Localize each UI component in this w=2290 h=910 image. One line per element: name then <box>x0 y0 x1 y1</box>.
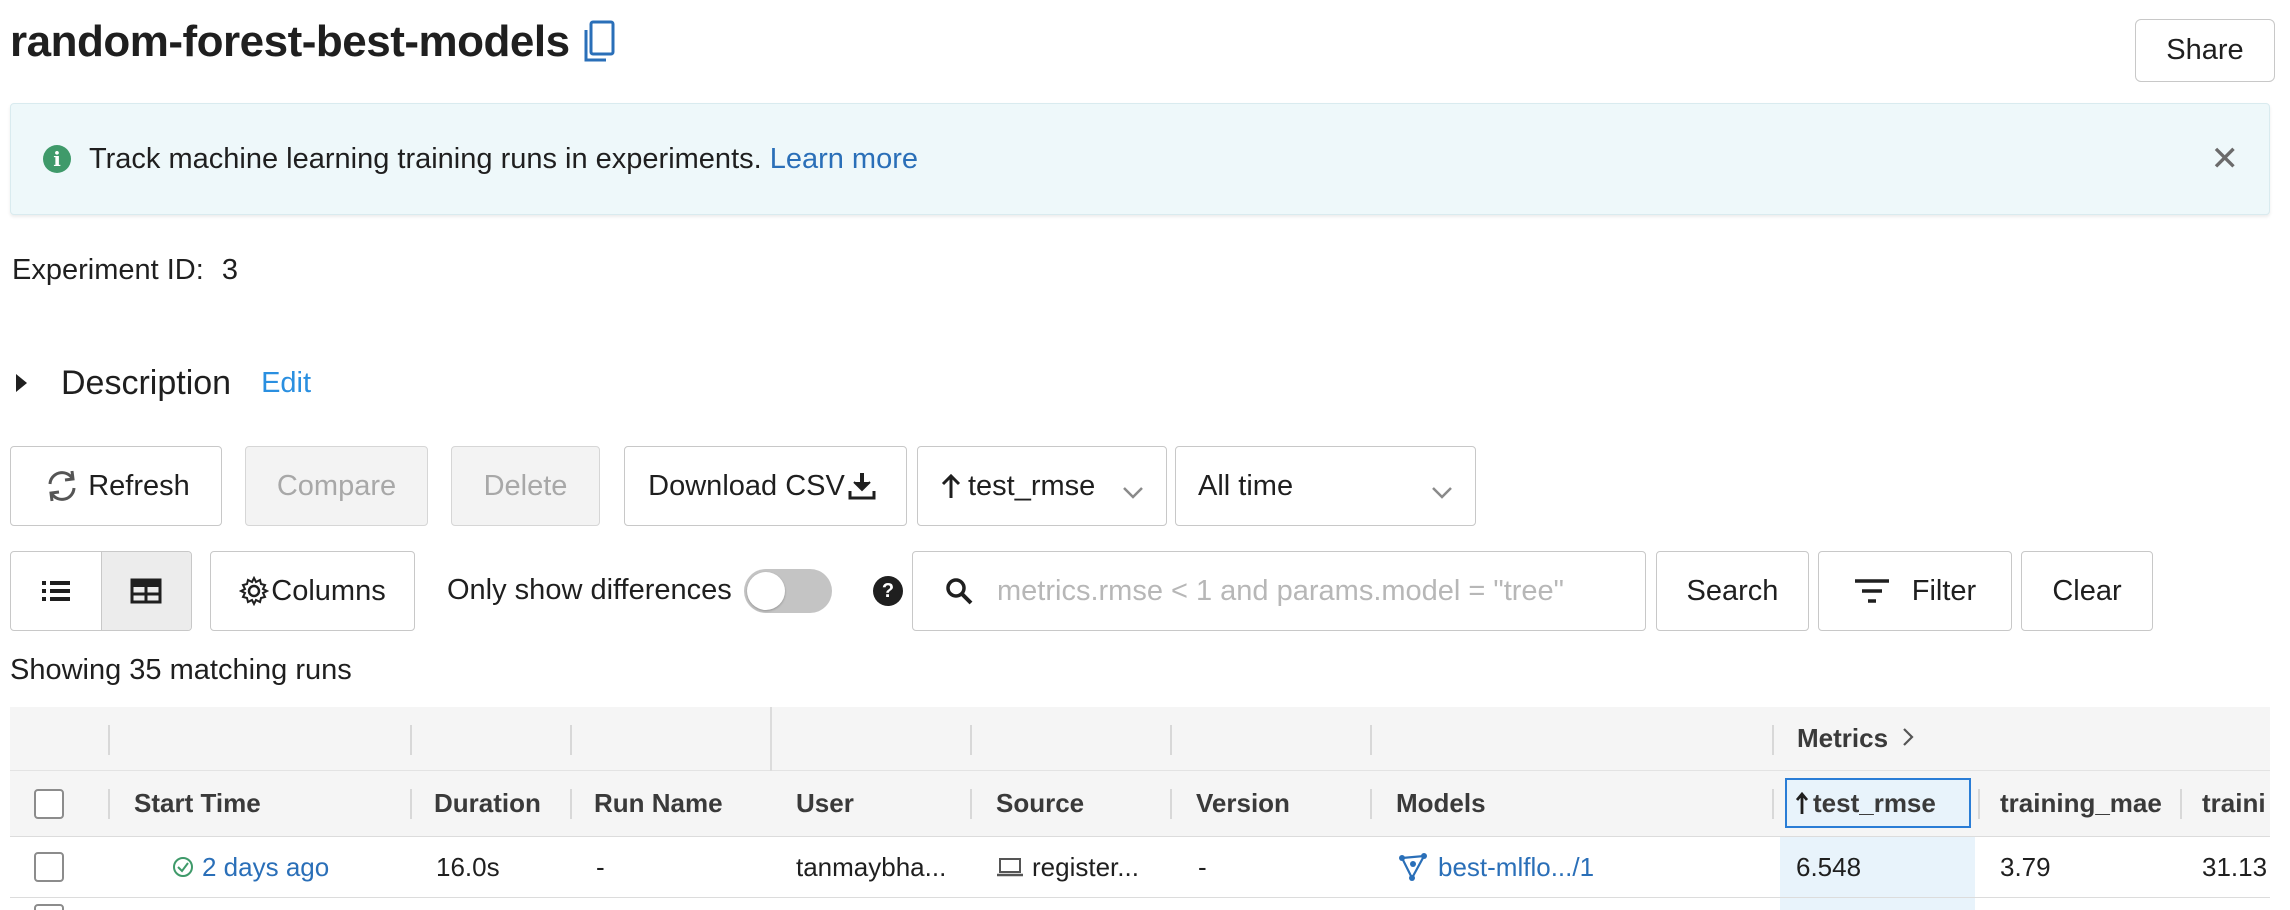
search-input[interactable] <box>997 574 1617 608</box>
table-icon <box>130 578 162 604</box>
view-toggle <box>10 551 192 631</box>
arrow-up-icon <box>1795 791 1809 814</box>
row-checkbox[interactable] <box>34 837 64 897</box>
model-icon <box>1399 853 1427 881</box>
table-row[interactable] <box>10 898 2270 910</box>
run-name-cell[interactable]: - <box>596 837 605 897</box>
learn-more-link[interactable]: Learn more <box>770 143 918 176</box>
test-rmse-cell: 6.548 <box>1796 851 1862 882</box>
table-header-row: Start Time Duration Run Name User Source… <box>10 771 2270 837</box>
sort-select[interactable]: test_rmse <box>917 446 1167 526</box>
check-circle-icon <box>173 857 193 877</box>
experiment-id: Experiment ID: 3 <box>12 254 238 287</box>
caret-right-icon[interactable] <box>16 374 27 392</box>
toggle-knob <box>747 572 785 610</box>
model-cell[interactable]: best-mlflo.../1 <box>1398 837 1594 897</box>
description-row: Description Edit <box>12 358 311 408</box>
column-header-training-3[interactable]: traini <box>2202 771 2266 836</box>
download-icon <box>847 471 877 501</box>
metrics-group-label: Metrics <box>1797 723 1889 753</box>
chevron-right-icon <box>1902 723 1914 754</box>
column-header-user[interactable]: User <box>796 771 854 836</box>
column-header-models[interactable]: Models <box>1396 771 1486 836</box>
description-edit-link[interactable]: Edit <box>261 367 311 400</box>
refresh-icon <box>42 468 82 504</box>
sort-select-value: test_rmse <box>968 469 1096 502</box>
table-view-button[interactable] <box>100 552 191 630</box>
page-title: random-forest-best-models <box>10 17 570 66</box>
banner-text: Track machine learning training runs in … <box>89 142 762 175</box>
list-view-button[interactable] <box>11 552 101 630</box>
filter-icon <box>1854 578 1890 604</box>
duration-cell: 16.0s <box>436 851 500 882</box>
columns-label: Columns <box>271 574 386 607</box>
arrow-up-icon <box>940 472 962 500</box>
compare-button[interactable]: Compare <box>245 446 428 526</box>
experiment-id-label: Experiment ID: <box>12 254 204 286</box>
column-header-run-name[interactable]: Run Name <box>594 771 723 836</box>
download-csv-label: Download CSV <box>648 469 845 502</box>
sorted-column-highlight <box>1780 898 1975 910</box>
laptop-icon <box>997 858 1023 877</box>
info-icon: i <box>43 145 71 173</box>
download-csv-button[interactable]: Download CSV <box>624 446 907 526</box>
chevron-down-icon <box>1122 475 1144 508</box>
info-banner: i Track machine learning training runs i… <box>10 103 2270 215</box>
title-row: random-forest-best-models Share <box>10 12 2275 82</box>
close-icon[interactable]: ✕ <box>2211 139 2240 179</box>
gear-icon <box>239 576 270 606</box>
time-range-value: All time <box>1198 469 1294 502</box>
experiment-id-value: 3 <box>221 254 238 286</box>
user-cell: tanmaybha... <box>796 851 947 882</box>
column-header-source[interactable]: Source <box>996 771 1084 836</box>
refresh-label: Refresh <box>88 469 190 502</box>
help-icon[interactable]: ? <box>873 576 903 606</box>
column-header-duration[interactable]: Duration <box>434 771 541 836</box>
metrics-group-header[interactable]: Metrics <box>1797 707 1914 770</box>
version-cell: - <box>1198 851 1207 882</box>
clear-button[interactable]: Clear <box>2021 551 2153 631</box>
column-header-start-time[interactable]: Start Time <box>134 771 261 836</box>
matching-runs-count: Showing 35 matching runs <box>10 654 352 686</box>
training-3-cell: 31.13 <box>2202 851 2268 882</box>
copy-icon[interactable] <box>582 20 616 64</box>
table-group-header: Metrics <box>10 707 2270 771</box>
column-header-version[interactable]: Version <box>1196 771 1290 836</box>
start-time-text: 2 days ago <box>202 851 330 882</box>
only-differences-label: Only show differences <box>447 574 732 606</box>
column-header-training-mae[interactable]: training_mae <box>2000 771 2162 836</box>
list-icon <box>41 581 70 601</box>
table-row[interactable]: 2 days ago 16.0s - tanmaybha... register… <box>10 837 2270 898</box>
search-box <box>912 551 1646 631</box>
column-header-test-rmse[interactable]: test_rmse <box>1785 778 1971 828</box>
source-text: register... <box>1032 851 1139 882</box>
description-label[interactable]: Description <box>61 364 231 403</box>
filter-button[interactable]: Filter <box>1818 551 2012 631</box>
columns-button[interactable]: Columns <box>210 551 415 631</box>
search-icon <box>946 578 973 605</box>
select-all-checkbox[interactable] <box>34 771 64 836</box>
row-checkbox[interactable] <box>34 898 64 910</box>
filter-label: Filter <box>1911 574 1977 607</box>
runs-table: Metrics Start Time Duration Run Name Use… <box>10 707 2270 910</box>
source-cell[interactable]: register... <box>996 837 1139 897</box>
training-mae-cell: 3.79 <box>2000 851 2051 882</box>
start-time-cell[interactable]: 2 days ago <box>172 837 329 897</box>
delete-button[interactable]: Delete <box>451 446 600 526</box>
only-differences-toggle[interactable] <box>744 569 832 613</box>
share-button[interactable]: Share <box>2135 19 2275 82</box>
model-link-text: best-mlflo.../1 <box>1438 851 1595 882</box>
refresh-button[interactable]: Refresh <box>10 446 222 526</box>
search-button[interactable]: Search <box>1656 551 1809 631</box>
chevron-down-icon <box>1431 475 1453 508</box>
column-header-test-rmse-label: test_rmse <box>1813 787 1936 818</box>
time-range-select[interactable]: All time <box>1175 446 1476 526</box>
